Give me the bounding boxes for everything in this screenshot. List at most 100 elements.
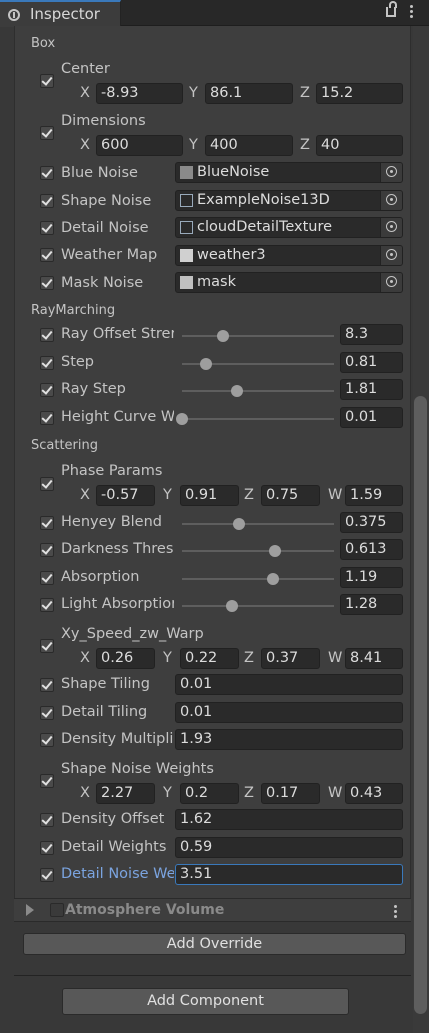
override-checkbox-ray-offset[interactable] bbox=[40, 328, 54, 342]
override-checkbox-detail-noise-w[interactable] bbox=[40, 868, 54, 882]
darkness-label: Darkness Thres bbox=[61, 541, 174, 557]
shape-weights-z-field[interactable]: 0.17 bbox=[261, 783, 320, 804]
override-checkbox-detail-noise[interactable] bbox=[40, 221, 54, 235]
override-checkbox-shape-noise[interactable] bbox=[40, 194, 54, 208]
override-checkbox-mask-noise[interactable] bbox=[40, 276, 54, 290]
xy-speed-z-field[interactable]: 0.37 bbox=[261, 648, 320, 669]
tab-inspector[interactable]: Inspector bbox=[0, 0, 121, 27]
light-absorption-slider-track[interactable] bbox=[182, 605, 334, 607]
object-picker-icon[interactable] bbox=[380, 163, 402, 182]
phase-params-z-field[interactable]: 0.75 bbox=[261, 485, 320, 506]
override-checkbox-density-offset[interactable] bbox=[40, 813, 54, 827]
override-checkbox-shape-tiling[interactable] bbox=[40, 678, 54, 692]
dimensions-z-field[interactable]: 40 bbox=[316, 135, 403, 156]
override-checkbox-height-curve[interactable] bbox=[40, 411, 54, 425]
shape-noise-object-field[interactable]: ExampleNoise13D bbox=[175, 190, 403, 211]
component-menu-icon[interactable] bbox=[394, 905, 397, 920]
light-absorption-value-field[interactable]: 1.28 bbox=[340, 594, 403, 615]
step-value-field[interactable]: 0.81 bbox=[340, 352, 403, 373]
override-checkbox-ray-step[interactable] bbox=[40, 383, 54, 397]
height-curve-slider-thumb[interactable] bbox=[176, 413, 188, 425]
object-picker-icon[interactable] bbox=[380, 246, 402, 265]
detail-tiling-field[interactable]: 0.01 bbox=[175, 702, 403, 723]
texture-icon bbox=[180, 166, 193, 179]
henyey-value-field[interactable]: 0.375 bbox=[340, 512, 403, 533]
density-mult-label: Density Multipli bbox=[61, 731, 174, 747]
shape-weights-x-field[interactable]: 2.27 bbox=[96, 783, 155, 804]
xy-speed-y-field[interactable]: 0.22 bbox=[180, 648, 239, 669]
object-picker-icon[interactable] bbox=[380, 218, 402, 237]
add-component-button[interactable]: Add Component bbox=[62, 988, 349, 1015]
atmosphere-volume-header[interactable]: Atmosphere Volume bbox=[14, 898, 411, 922]
override-checkbox-density-mult[interactable] bbox=[40, 733, 54, 747]
detail-noise-object-field[interactable]: cloudDetailTexture bbox=[175, 217, 403, 238]
axis-z-label: Z bbox=[244, 650, 254, 666]
shape-weights-y-field[interactable]: 0.2 bbox=[180, 783, 239, 804]
scrollbar-thumb[interactable] bbox=[414, 396, 427, 1014]
center-y-field[interactable]: 86.1 bbox=[205, 83, 293, 104]
height-curve-value-field[interactable]: 0.01 bbox=[340, 407, 403, 428]
center-x-field[interactable]: -8.93 bbox=[96, 83, 183, 104]
override-checkbox-detail-tiling[interactable] bbox=[40, 706, 54, 720]
detail-noise-w-field[interactable]: 3.51 bbox=[175, 864, 403, 885]
atmosphere-enable-checkbox[interactable] bbox=[50, 903, 64, 917]
override-checkbox-center[interactable] bbox=[40, 74, 54, 88]
mask-noise-object-field[interactable]: mask bbox=[175, 272, 403, 293]
henyey-slider-track[interactable] bbox=[182, 523, 334, 525]
object-picker-icon[interactable] bbox=[380, 273, 402, 292]
ray-step-value-field[interactable]: 1.81 bbox=[340, 379, 403, 400]
override-checkbox-phase-params[interactable] bbox=[40, 477, 54, 491]
add-override-button[interactable]: Add Override bbox=[23, 933, 406, 955]
override-checkbox-weather-map[interactable] bbox=[40, 248, 54, 262]
detail-weights-field[interactable]: 0.59 bbox=[175, 837, 403, 858]
phase-params-x-field[interactable]: -0.57 bbox=[96, 485, 155, 506]
override-checkbox-blue-noise[interactable] bbox=[40, 166, 54, 180]
lock-icon[interactable] bbox=[386, 1, 397, 17]
ray-offset-value-field[interactable]: 8.3 bbox=[340, 324, 403, 345]
light-absorption-slider-thumb[interactable] bbox=[226, 600, 238, 612]
override-checkbox-shape-weights[interactable] bbox=[40, 774, 54, 788]
override-checkbox-xy-speed[interactable] bbox=[40, 639, 54, 653]
foldout-arrow-icon[interactable] bbox=[26, 904, 34, 916]
atmosphere-label: Atmosphere Volume bbox=[65, 902, 225, 918]
axis-w-label: W bbox=[328, 785, 343, 801]
dimensions-y-field[interactable]: 400 bbox=[205, 135, 293, 156]
weather-map-object-field[interactable]: weather3 bbox=[175, 245, 403, 266]
override-checkbox-step[interactable] bbox=[40, 356, 54, 370]
override-checkbox-detail-weights[interactable] bbox=[40, 841, 54, 855]
darkness-value-field[interactable]: 0.613 bbox=[340, 539, 403, 560]
override-checkbox-dimensions[interactable] bbox=[40, 126, 54, 140]
shape-weights-w-field[interactable]: 0.43 bbox=[345, 783, 403, 804]
section-header-box: Box bbox=[31, 36, 56, 51]
step-slider-thumb[interactable] bbox=[200, 358, 212, 370]
henyey-slider-thumb[interactable] bbox=[233, 518, 245, 530]
mask-noise-label: Mask Noise bbox=[61, 275, 144, 291]
phase-params-w-field[interactable]: 1.59 bbox=[345, 485, 403, 506]
xy-speed-w-field[interactable]: 8.41 bbox=[345, 648, 403, 669]
override-checkbox-absorption[interactable] bbox=[40, 571, 54, 585]
object-picker-icon[interactable] bbox=[380, 191, 402, 210]
dimensions-x-field[interactable]: 600 bbox=[96, 135, 183, 156]
ray-step-slider-track[interactable] bbox=[182, 390, 334, 392]
density-mult-field[interactable]: 1.93 bbox=[175, 729, 403, 750]
ray-step-slider-thumb[interactable] bbox=[231, 385, 243, 397]
height-curve-slider-track[interactable] bbox=[182, 418, 334, 420]
xy-speed-x-field[interactable]: 0.26 bbox=[96, 648, 155, 669]
ray-offset-slider-thumb[interactable] bbox=[217, 330, 229, 342]
density-offset-field[interactable]: 1.62 bbox=[175, 809, 403, 830]
blue-noise-object-field[interactable]: BlueNoise bbox=[175, 162, 403, 183]
darkness-slider-thumb[interactable] bbox=[269, 545, 281, 557]
axis-y-label: Y bbox=[163, 785, 172, 801]
darkness-slider-track[interactable] bbox=[182, 550, 334, 552]
absorption-slider-track[interactable] bbox=[182, 578, 334, 580]
more-menu-icon[interactable] bbox=[410, 5, 413, 20]
override-checkbox-darkness[interactable] bbox=[40, 543, 54, 557]
ray-offset-slider-track[interactable] bbox=[182, 335, 334, 337]
center-z-field[interactable]: 15.2 bbox=[316, 83, 403, 104]
phase-params-y-field[interactable]: 0.91 bbox=[180, 485, 239, 506]
absorption-value-field[interactable]: 1.19 bbox=[340, 567, 403, 588]
override-checkbox-henyey[interactable] bbox=[40, 516, 54, 530]
shape-tiling-field[interactable]: 0.01 bbox=[175, 674, 403, 695]
override-checkbox-light-absorption[interactable] bbox=[40, 598, 54, 612]
absorption-slider-thumb[interactable] bbox=[267, 573, 279, 585]
